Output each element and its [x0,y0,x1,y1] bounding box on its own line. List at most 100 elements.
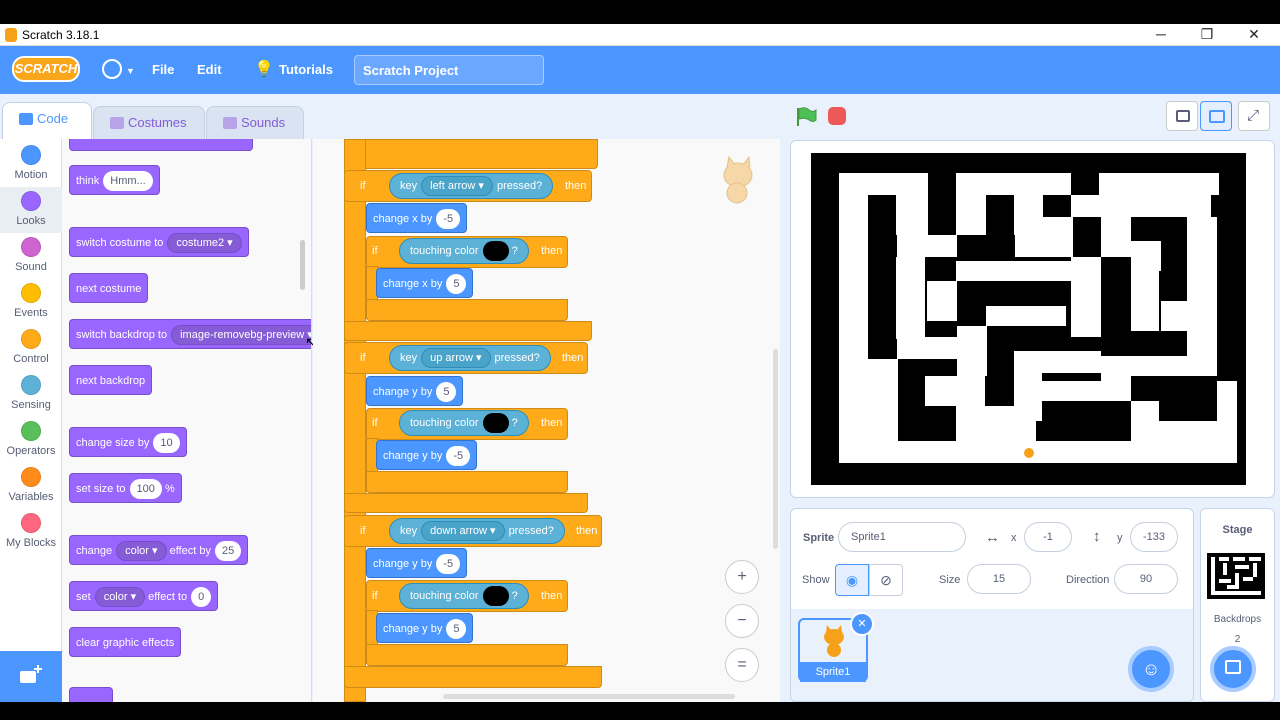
control-block-top[interactable] [344,139,598,169]
touching-color-block[interactable]: touching color ? [399,238,529,264]
maximize-button[interactable]: ❐ [1197,26,1217,43]
color-swatch[interactable] [482,586,509,607]
set-effect-block[interactable]: set color ▾ effect to 0 [69,581,219,611]
think-block[interactable]: think Hmm... [69,165,160,195]
chevron-down-icon[interactable]: ▼ [126,66,135,76]
change-x-block[interactable]: change x by 5 [376,268,474,298]
key-pressed-block[interactable]: key left arrow ▾ pressed? [389,173,554,199]
key-dropdown[interactable]: up arrow ▾ [421,348,491,369]
palette-scrollbar[interactable] [300,240,305,290]
large-stage-button[interactable] [1200,101,1232,131]
set-size-input[interactable]: 100 [129,479,162,500]
category-my-blocks[interactable]: My Blocks [0,513,62,549]
key-dropdown[interactable]: down arrow ▾ [421,521,505,542]
tutorials-menu[interactable]: Tutorials [279,62,333,77]
edit-menu[interactable]: Edit [197,62,222,77]
show-visible-button[interactable]: ◉ [835,564,869,596]
next-costume-block[interactable]: next costume [69,273,149,303]
category-looks[interactable]: Looks [0,187,62,233]
fullscreen-button[interactable]: ⤢ [1238,101,1270,131]
tab-sounds[interactable]: Sounds [206,106,304,140]
key-pressed-block[interactable]: key down arrow ▾ pressed? [389,518,565,544]
zoom-in-button[interactable]: + [725,560,759,594]
block-text: change size by [76,437,150,449]
value-input[interactable]: -5 [436,554,461,575]
category-control[interactable]: Control [0,329,62,365]
backdrop-dropdown[interactable]: image-removebg-preview ▾ [171,325,311,346]
value-input[interactable]: -5 [446,446,471,467]
switch-backdrop-block[interactable]: switch backdrop to image-removebg-preview… [69,319,311,349]
script-vertical-scrollbar[interactable] [773,349,778,549]
direction-input[interactable]: 90 [1114,564,1178,594]
control-spine[interactable] [344,139,366,702]
category-motion[interactable]: Motion [0,145,62,189]
small-stage-button[interactable] [1166,101,1198,131]
choose-backdrop-button[interactable] [1210,646,1256,692]
scratch-logo[interactable]: SCRATCH [12,56,80,82]
effect-dropdown[interactable]: color ▾ [94,587,146,608]
think-input[interactable]: Hmm... [103,171,153,192]
zoom-reset-button[interactable]: = [725,648,759,682]
touching-color-block[interactable]: touching color ? [399,583,529,609]
minimize-button[interactable]: ─ [1151,26,1171,42]
key-pressed-block[interactable]: key up arrow ▾ pressed? [389,345,551,371]
clear-effects-block[interactable]: clear graphic effects [69,627,182,657]
change-y-block[interactable]: change y by -5 [366,548,468,578]
green-flag-icon[interactable] [795,106,817,126]
category-sensing[interactable]: Sensing [0,375,62,411]
change-effect-block[interactable]: change color ▾ effect by 25 [69,535,249,565]
color-swatch[interactable] [482,413,509,434]
fullscreen-icon: ⤢ [1247,107,1260,124]
script-horizontal-scrollbar[interactable] [443,694,735,699]
value-input[interactable]: 5 [446,619,467,640]
stop-icon[interactable] [828,107,846,125]
partial-block[interactable] [69,687,113,702]
sprite-on-stage[interactable] [1024,448,1034,458]
stage[interactable] [790,140,1275,498]
category-operators[interactable]: Operators [0,421,62,457]
partial-block[interactable] [69,139,253,151]
change-size-input[interactable]: 10 [153,433,180,454]
close-button[interactable]: ✕ [1244,26,1264,43]
effect-dropdown[interactable]: color ▾ [116,541,167,562]
choose-sprite-button[interactable]: ☺ [1128,646,1174,692]
project-title-input[interactable]: Scratch Project [354,55,544,85]
sprite-name-input[interactable]: Sprite1 [838,522,966,552]
change-y-block[interactable]: change y by -5 [376,440,478,470]
value-input[interactable]: 5 [436,382,457,403]
category-label: Motion [14,169,48,181]
tab-code[interactable]: Code [2,102,92,140]
tab-costumes[interactable]: Costumes [93,106,205,140]
show-hidden-button[interactable]: ⊘ [869,564,903,596]
block-text: change x by [373,213,433,225]
size-input[interactable]: 15 [967,564,1031,594]
switch-costume-block[interactable]: switch costume to costume2 ▾ [69,227,249,257]
category-sound[interactable]: Sound [0,237,62,273]
add-extension-button[interactable] [0,651,62,702]
zoom-out-button[interactable]: − [725,604,759,638]
y-input[interactable]: -133 [1130,522,1178,552]
category-events[interactable]: Events [0,283,62,319]
globe-icon[interactable] [102,59,122,79]
costume-dropdown[interactable]: costume2 ▾ [167,233,242,254]
change-y-block[interactable]: change y by 5 [376,613,474,643]
key-dropdown[interactable]: left arrow ▾ [421,176,493,197]
effect-input[interactable]: 25 [214,541,242,562]
value-input[interactable]: 5 [446,274,467,295]
file-menu[interactable]: File [152,62,174,77]
effect-input[interactable]: 0 [191,587,212,608]
x-input[interactable]: -1 [1024,522,1072,552]
change-size-block[interactable]: change size by 10 [69,427,187,457]
color-swatch[interactable] [482,241,509,262]
category-variables[interactable]: Variables [0,467,62,503]
if-label: if [372,245,378,257]
script-area[interactable]: if key left arrow ▾ pressed? then change x… [313,139,780,702]
delete-sprite-button[interactable]: ✕ [850,612,874,636]
change-y-block[interactable]: change y by 5 [366,376,464,406]
change-x-block[interactable]: change x by -5 [366,203,468,233]
set-size-block[interactable]: set size to 100 % [69,473,182,503]
block-text: key [400,525,418,537]
next-backdrop-block[interactable]: next backdrop [69,365,153,395]
touching-color-block[interactable]: touching color ? [399,410,529,436]
value-input[interactable]: -5 [436,209,461,230]
